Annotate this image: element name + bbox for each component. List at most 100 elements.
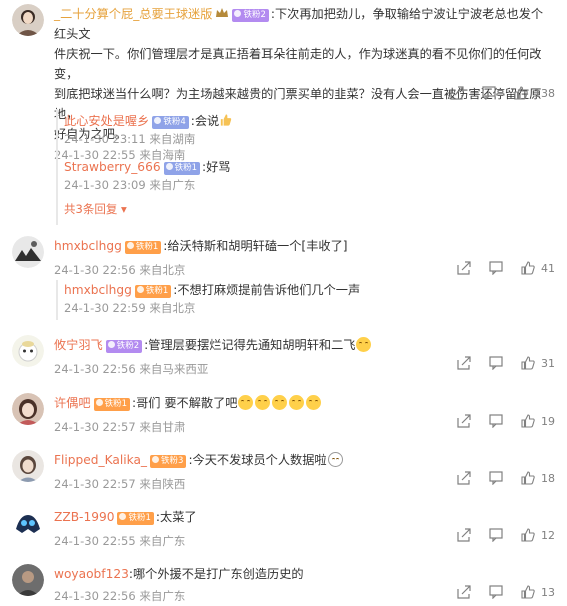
share-icon bbox=[450, 86, 464, 100]
kiss-emoji-icon bbox=[356, 337, 372, 352]
share-icon bbox=[457, 261, 471, 275]
fan-badge: 铁粉2 bbox=[232, 9, 269, 22]
share-icon bbox=[457, 528, 471, 542]
comment-icon bbox=[489, 261, 503, 275]
reply-item: Strawberry_666 铁粉1:好骂 24-1-30 23:09 来自广东 bbox=[64, 151, 556, 199]
comment-button[interactable] bbox=[489, 414, 503, 428]
comment-item: Flipped_Kalika_ 铁粉3:今天不发球员个人数据啦 24-1-30 2… bbox=[0, 446, 567, 502]
share-button[interactable] bbox=[457, 471, 471, 485]
comment-actions: 12 bbox=[439, 528, 555, 542]
fan-badge: 铁粉1 bbox=[117, 512, 154, 525]
thumbs-up-icon bbox=[521, 528, 535, 542]
comment-item: woyaobf123:哪个外援不是打广东创造历史的 24-1-30 22:56 … bbox=[0, 560, 567, 606]
comment-button[interactable] bbox=[482, 86, 496, 100]
comment-icon bbox=[489, 356, 503, 370]
comment-actions: 41 bbox=[439, 261, 555, 275]
avatar[interactable] bbox=[12, 236, 44, 268]
username[interactable]: 此心安处是喔乡 bbox=[64, 114, 149, 128]
thumbs-up-icon bbox=[521, 356, 535, 370]
share-icon bbox=[457, 471, 471, 485]
fan-badge: 铁粉1 bbox=[163, 162, 200, 175]
comment-icon bbox=[489, 414, 503, 428]
crown-icon bbox=[216, 8, 229, 17]
username[interactable]: hmxbclhgg bbox=[64, 283, 132, 297]
laughing-emoji-icon bbox=[238, 395, 254, 410]
like-count: 13 bbox=[541, 585, 555, 599]
comment-item: 许偶吧 铁粉1:哥们 要不解散了吧 24-1-30 22:57 来自甘肃 19 bbox=[0, 389, 567, 445]
avatar[interactable] bbox=[12, 450, 44, 482]
reply-list: 此心安处是喔乡 铁粉4:会说 24-1-30 23:11 来自湖南 Strawbe… bbox=[56, 109, 556, 225]
like-count: 31 bbox=[541, 356, 555, 370]
thumbs-up-icon bbox=[514, 86, 528, 100]
like-button[interactable]: 31 bbox=[521, 356, 555, 370]
comment-button[interactable] bbox=[489, 356, 503, 370]
username[interactable]: hmxbclhgg bbox=[54, 239, 122, 253]
more-replies-link[interactable]: 共3条回复 ▾ bbox=[64, 201, 556, 217]
avatar[interactable] bbox=[12, 4, 44, 36]
like-button[interactable]: 138 bbox=[514, 86, 555, 100]
like-count: 19 bbox=[541, 414, 555, 428]
avatar[interactable] bbox=[12, 507, 44, 539]
comment-button[interactable] bbox=[489, 585, 503, 599]
comment-item: _二十分算个屁_总要王球迷版 铁粉2:下次再加把劲儿，争取输给宁波让宁波老总也发个… bbox=[0, 0, 567, 225]
comment-actions: 138 bbox=[432, 86, 555, 100]
share-button[interactable] bbox=[457, 414, 471, 428]
fan-badge: 铁粉1 bbox=[93, 398, 130, 411]
thumbs-up-emoji-icon bbox=[221, 114, 232, 126]
laughing-emoji-icon bbox=[306, 395, 322, 410]
username[interactable]: Flipped_Kalika_ bbox=[54, 453, 147, 467]
comment-icon bbox=[489, 585, 503, 599]
fan-badge: 铁粉1 bbox=[134, 285, 172, 298]
comment-item: ZZB-1990 铁粉1:太菜了 24-1-30 22:55 来自广东 12 bbox=[0, 503, 567, 559]
username[interactable]: 攸宁羽飞 bbox=[54, 338, 103, 352]
comment-icon bbox=[482, 86, 496, 100]
comment-actions: 18 bbox=[439, 471, 555, 485]
like-count: 12 bbox=[541, 528, 555, 542]
smile-emoji-icon bbox=[327, 452, 343, 467]
username[interactable]: woyaobf123 bbox=[54, 567, 129, 581]
like-button[interactable]: 19 bbox=[521, 414, 555, 428]
like-button[interactable]: 41 bbox=[521, 261, 555, 275]
username[interactable]: ZZB-1990 bbox=[54, 510, 114, 524]
like-count: 18 bbox=[541, 471, 555, 485]
comment-actions: 19 bbox=[439, 414, 555, 428]
comment-actions: 13 bbox=[439, 585, 555, 599]
like-button[interactable]: 13 bbox=[521, 585, 555, 599]
avatar[interactable] bbox=[12, 335, 44, 367]
share-icon bbox=[457, 414, 471, 428]
username[interactable]: _二十分算个屁_总要王球迷版 bbox=[54, 7, 212, 21]
username[interactable]: 许偶吧 bbox=[54, 396, 91, 410]
avatar[interactable] bbox=[12, 393, 44, 425]
share-button[interactable] bbox=[457, 261, 471, 275]
like-button[interactable]: 18 bbox=[521, 471, 555, 485]
comment-icon bbox=[489, 471, 503, 485]
comment-item: hmxbclhgg 铁粉1:给沃特斯和胡明轩磕一个[丰收了] 24-1-30 22… bbox=[0, 232, 567, 324]
share-button[interactable] bbox=[457, 585, 471, 599]
comment-button[interactable] bbox=[489, 528, 503, 542]
thumbs-up-icon bbox=[521, 585, 535, 599]
like-button[interactable]: 12 bbox=[521, 528, 555, 542]
comment-button[interactable] bbox=[489, 471, 503, 485]
thumbs-up-icon bbox=[521, 414, 535, 428]
like-count: 41 bbox=[541, 261, 555, 275]
share-button[interactable] bbox=[450, 86, 464, 100]
laughing-emoji-icon bbox=[255, 395, 271, 410]
fan-badge: 铁粉2 bbox=[105, 340, 143, 353]
like-count: 138 bbox=[534, 86, 555, 100]
reply-meta: 24-1-30 23:09 来自广东 bbox=[64, 178, 196, 192]
share-button[interactable] bbox=[457, 356, 471, 370]
avatar[interactable] bbox=[12, 564, 44, 596]
username[interactable]: Strawberry_666 bbox=[64, 160, 161, 174]
reply-meta: 24-1-30 22:59 来自北京 bbox=[64, 301, 196, 315]
reply-item: 此心安处是喔乡 铁粉4:会说 24-1-30 23:11 来自湖南 bbox=[64, 109, 556, 151]
share-icon bbox=[457, 356, 471, 370]
reply-list: hmxbclhgg 铁粉1:不想打麻烦提前告诉他们几个一声 24-1-30 22:… bbox=[56, 280, 556, 320]
thumbs-up-icon bbox=[521, 471, 535, 485]
share-button[interactable] bbox=[457, 528, 471, 542]
comment-item: 攸宁羽飞 铁粉2:管理层要摆烂记得先通知胡明轩和二飞 24-1-30 22:56 … bbox=[0, 331, 567, 387]
comment-button[interactable] bbox=[489, 261, 503, 275]
reply-meta: 24-1-30 23:11 来自湖南 bbox=[64, 132, 196, 146]
laughing-emoji-icon bbox=[289, 395, 305, 410]
share-icon bbox=[457, 585, 471, 599]
laughing-emoji-icon bbox=[272, 395, 288, 410]
